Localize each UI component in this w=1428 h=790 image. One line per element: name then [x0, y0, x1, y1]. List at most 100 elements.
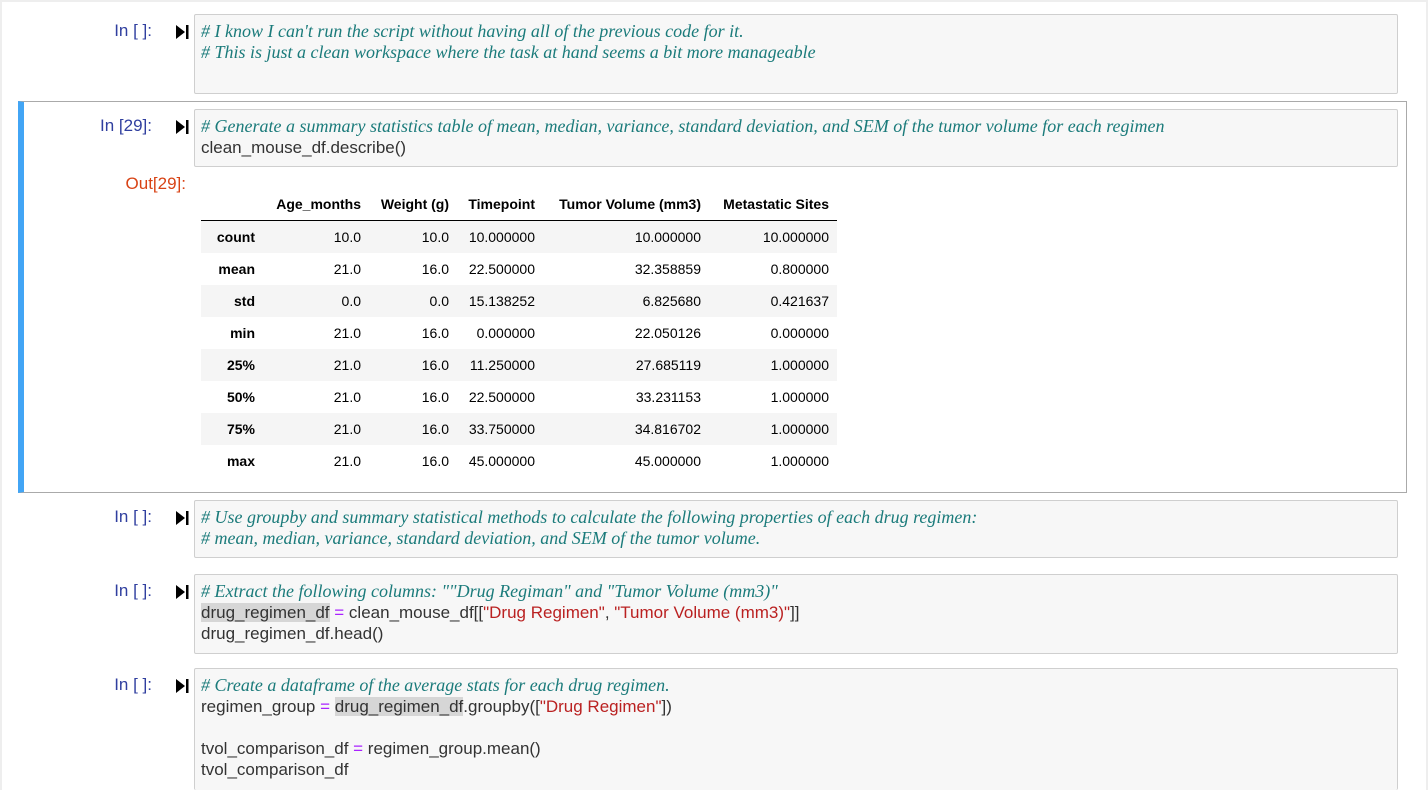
code-token: .groupby([: [463, 697, 540, 716]
run-cell-icon[interactable]: [175, 678, 189, 694]
table-cell: 6.825680: [642, 293, 701, 309]
code-input-area[interactable]: # Create a dataframe of the average stat…: [194, 668, 1398, 790]
table-row-label: count: [216, 229, 255, 245]
input-prompt: In [ ]:: [114, 675, 152, 694]
code-operator: =: [320, 697, 331, 716]
table-row-label: 50%: [226, 389, 255, 405]
table-cell: 34.816702: [634, 421, 701, 437]
table-cell: 22.050126: [634, 325, 701, 341]
run-cell-icon[interactable]: [175, 584, 189, 600]
code-token: clean_mouse_df.describe(): [201, 138, 407, 157]
code-input-area[interactable]: # I know I can't run the script without …: [194, 14, 1398, 94]
code-line[interactable]: # Use groupby and summary statistical me…: [195, 507, 1397, 528]
table-cell: 10.000000: [762, 229, 829, 245]
code-line[interactable]: # Generate a summary statistics table of…: [195, 116, 1397, 137]
run-cell-icon[interactable]: [175, 510, 189, 526]
table-cell: 11.250000: [469, 357, 535, 373]
table-cell: 0.0: [429, 293, 449, 309]
code-highlighted-token: drug_regimen_df: [201, 603, 330, 622]
table-cell: 16.0: [421, 389, 449, 405]
code-operator: =: [334, 603, 345, 622]
code-token: drug_regimen_df.head(): [201, 624, 384, 643]
code-line[interactable]: tvol_comparison_df: [195, 759, 1397, 780]
table-cell: 16.0: [421, 357, 449, 373]
code-string: "Drug Regimen": [483, 603, 605, 622]
code-token: ,: [604, 603, 615, 622]
table-column-header: Weight (g): [369, 188, 457, 221]
code-cell-1[interactable]: In [ ]: # I know I can't run the script …: [0, 0, 1428, 100]
code-input-area[interactable]: # Generate a summary statistics table of…: [194, 109, 1398, 167]
code-line[interactable]: # I know I can't run the script without …: [195, 21, 1397, 42]
table-cell: 0.000000: [770, 325, 829, 341]
code-line[interactable]: drug_regimen_df.head(): [195, 623, 1397, 644]
table-row-label: 25%: [226, 357, 255, 373]
table-row: min 21.0 16.0 0.000000 22.050126 0.000000: [201, 317, 837, 349]
code-line[interactable]: # Extract the following columns: ""Drug …: [195, 581, 1397, 602]
table-row-label: max: [226, 453, 255, 469]
code-comment: # Create a dataframe of the average stat…: [201, 675, 670, 695]
code-line[interactable]: # mean, median, variance, standard devia…: [195, 528, 1397, 549]
table-cell: 32.358859: [634, 261, 701, 277]
code-line[interactable]: [195, 717, 1397, 738]
code-token: ]): [661, 697, 672, 716]
table-cell: 16.0: [421, 453, 449, 469]
table-cell: 21.0: [333, 421, 361, 437]
table-row-label: mean: [218, 261, 255, 277]
table-cell: 21.0: [333, 325, 361, 341]
table-row-label: min: [230, 325, 255, 341]
code-line[interactable]: regimen_group = drug_regimen_df.groupby(…: [195, 696, 1397, 717]
page-left-border: [0, 0, 2, 790]
table-cell: 16.0: [421, 261, 449, 277]
code-line[interactable]: drug_regimen_df = clean_mouse_df[["Drug …: [195, 602, 1397, 623]
table-cell: 0.800000: [770, 261, 829, 277]
table-column-header: Age_months: [263, 188, 369, 221]
input-prompt: In [ ]:: [114, 507, 152, 526]
table-cell: 21.0: [333, 357, 361, 373]
table-cell: 1.000000: [770, 389, 829, 405]
table-cell: 10.0: [333, 229, 361, 245]
table-cell: 21.0: [333, 453, 361, 469]
describe-output-table: Age_months Weight (g) Timepoint Tumor Volum…: [201, 188, 837, 477]
code-comment: # Use groupby and summary statistical me…: [201, 507, 978, 527]
run-cell-icon[interactable]: [175, 24, 189, 40]
code-comment: # This is just a clean workspace where t…: [201, 42, 816, 62]
table-cell: 10.0: [421, 229, 449, 245]
table-cell: 21.0: [333, 389, 361, 405]
run-cell-icon[interactable]: [175, 119, 189, 135]
table-row: std 0.0 0.0 15.138252 6.825680 0.421637: [201, 285, 837, 317]
table-cell: 22.500000: [468, 261, 535, 277]
code-input-area[interactable]: # Use groupby and summary statistical me…: [194, 500, 1398, 558]
table-cell: 0.000000: [476, 325, 535, 341]
code-token: tvol_comparison_df: [201, 739, 354, 758]
table-index-header: [201, 188, 263, 221]
table-row: max 21.0 16.0 45.000000 45.000000 1.000000: [201, 445, 837, 477]
input-prompt: In [ ]:: [114, 21, 152, 40]
table-cell: 1.000000: [770, 357, 829, 373]
code-line[interactable]: # Create a dataframe of the average stat…: [195, 675, 1397, 696]
code-comment: # Generate a summary statistics table of…: [201, 116, 1165, 136]
table-cell: 45.000000: [634, 453, 701, 469]
code-line[interactable]: # This is just a clean workspace where t…: [195, 42, 1397, 63]
input-prompt: In [ ]:: [114, 581, 152, 600]
code-token: ]]: [790, 603, 800, 622]
table-cell: 1.000000: [770, 421, 829, 437]
code-line[interactable]: tvol_comparison_df = regimen_group.mean(…: [195, 738, 1397, 759]
table-cell: 10.000000: [634, 229, 701, 245]
table-cell: 33.750000: [468, 421, 535, 437]
code-token: clean_mouse_df[[: [344, 603, 484, 622]
table-column-header: Tumor Volume (mm3): [543, 188, 709, 221]
input-prompt: In [29]:: [100, 116, 152, 135]
table-cell: 16.0: [421, 421, 449, 437]
code-line[interactable]: clean_mouse_df.describe(): [195, 137, 1397, 158]
table-cell: 45.000000: [468, 453, 535, 469]
code-token: regimen_group: [201, 697, 321, 716]
code-comment: # mean, median, variance, standard devia…: [201, 528, 761, 548]
table-cell: 27.685119: [635, 357, 701, 373]
table-row: mean 21.0 16.0 22.500000 32.358859 0.800000: [201, 253, 837, 285]
code-comment: # I know I can't run the script without …: [201, 21, 744, 41]
table-cell: 10.000000: [468, 229, 535, 245]
code-input-area[interactable]: # Extract the following columns: ""Drug …: [194, 574, 1398, 654]
code-comment: # Extract the following columns: ""Drug …: [201, 581, 778, 601]
table-cell: 1.000000: [770, 453, 829, 469]
